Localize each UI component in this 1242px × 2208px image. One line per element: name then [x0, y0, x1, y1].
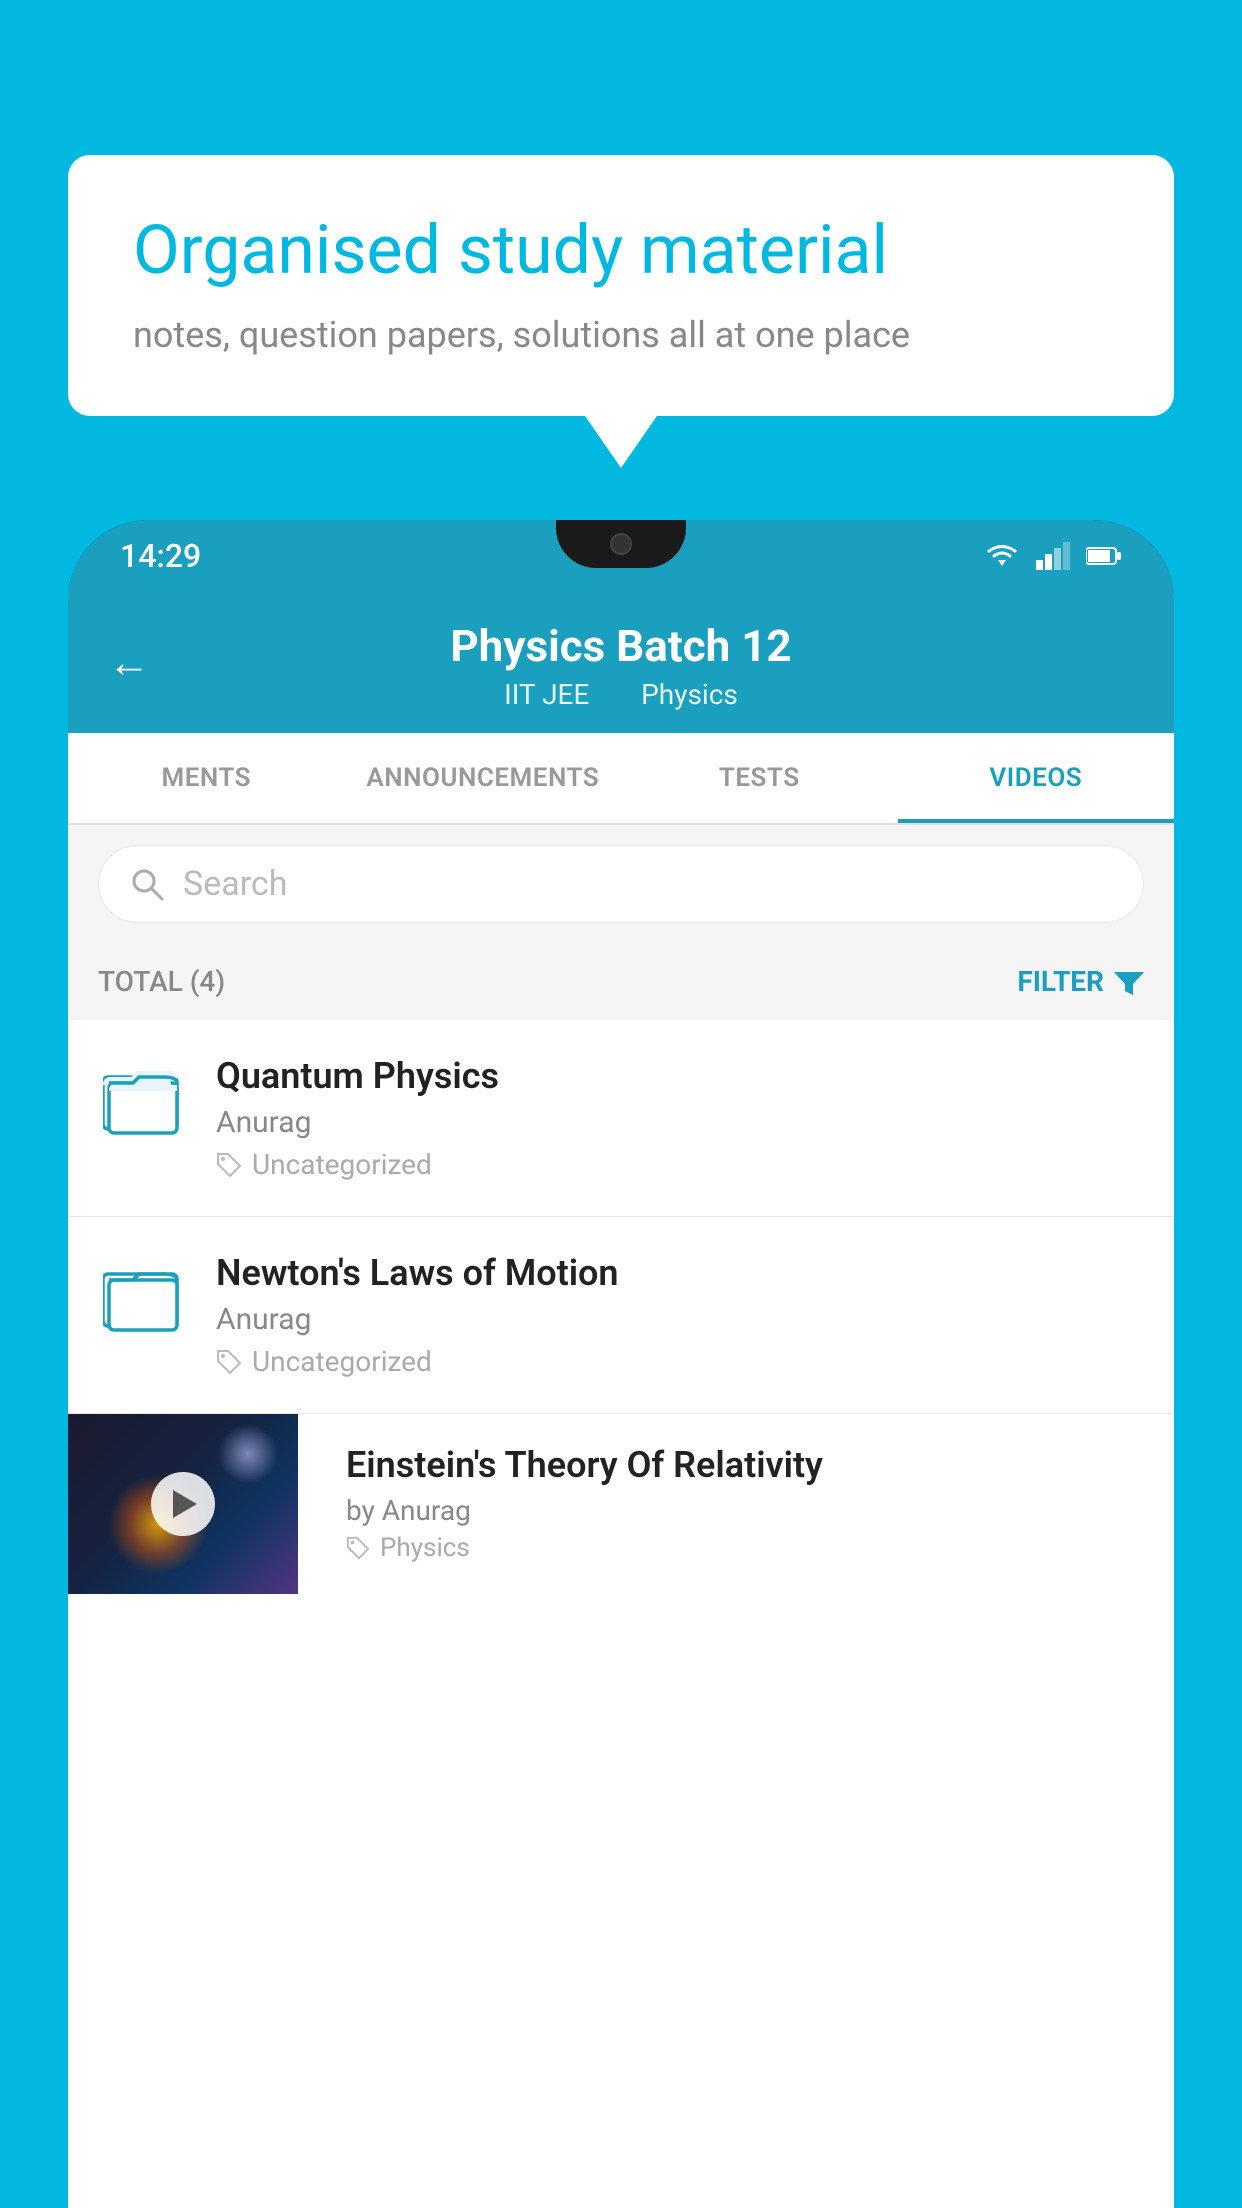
item-tag: Uncategorized	[216, 1148, 1144, 1181]
folder-icon	[103, 1260, 183, 1335]
phone-device: 14:29	[68, 520, 1174, 2208]
list-item-video[interactable]: Einstein's Theory Of Relativity by Anura…	[68, 1414, 1174, 1594]
item-by-author: by Anurag	[346, 1494, 1154, 1527]
wifi-icon	[984, 542, 1020, 570]
status-time: 14:29	[120, 537, 201, 575]
tag-icon	[216, 1349, 242, 1375]
item-author: Anurag	[216, 1105, 1144, 1140]
speech-bubble: Organised study material notes, question…	[68, 155, 1174, 416]
content-list: Quantum Physics Anurag Uncategorized	[68, 1020, 1174, 1594]
camera-dot	[610, 533, 632, 555]
search-icon	[129, 866, 165, 902]
item-details-quantum: Quantum Physics Anurag Uncategorized	[216, 1055, 1144, 1181]
back-button[interactable]: ←	[108, 638, 150, 687]
speech-bubble-subtext: notes, question papers, solutions all at…	[133, 314, 1109, 356]
item-icon-newton	[98, 1252, 188, 1342]
filter-bar: TOTAL (4) FILTER	[68, 943, 1174, 1020]
item-author: Anurag	[216, 1302, 1144, 1337]
phone-wrapper: 14:29	[68, 520, 1174, 2208]
status-bar: 14:29	[68, 520, 1174, 592]
phone-screen: ← Physics Batch 12 IIT JEE Physics MENTS…	[68, 592, 1174, 2208]
total-count: TOTAL (4)	[98, 965, 225, 998]
item-tag-text: Uncategorized	[252, 1148, 432, 1181]
tabs-bar: MENTS ANNOUNCEMENTS TESTS VIDEOS	[68, 733, 1174, 825]
item-title: Einstein's Theory Of Relativity	[346, 1444, 1154, 1486]
item-category-text: Physics	[380, 1533, 470, 1563]
item-title: Quantum Physics	[216, 1055, 1144, 1097]
item-category: Physics	[346, 1533, 1154, 1563]
header-title: Physics Batch 12	[450, 620, 791, 672]
status-icons	[984, 542, 1122, 570]
folder-icon	[103, 1063, 183, 1138]
list-item[interactable]: Quantum Physics Anurag Uncategorized	[68, 1020, 1174, 1217]
header-subtitle-part1: IIT JEE	[504, 678, 589, 711]
tag-icon	[346, 1536, 370, 1560]
thumbnail-glow2	[218, 1424, 278, 1484]
search-bar[interactable]: Search	[98, 845, 1144, 923]
tab-ments[interactable]: MENTS	[68, 733, 345, 823]
tag-icon	[216, 1152, 242, 1178]
speech-bubble-heading: Organised study material	[133, 210, 1109, 292]
phone-notch	[556, 520, 686, 568]
speech-bubble-container: Organised study material notes, question…	[68, 155, 1174, 416]
signal-icon	[1036, 542, 1070, 570]
tab-announcements[interactable]: ANNOUNCEMENTS	[345, 733, 622, 823]
item-tag: Uncategorized	[216, 1345, 1144, 1378]
play-triangle-icon	[173, 1490, 197, 1518]
tab-videos[interactable]: VIDEOS	[898, 733, 1175, 823]
item-details-newton: Newton's Laws of Motion Anurag Uncategor…	[216, 1252, 1144, 1378]
filter-button[interactable]: FILTER	[1017, 965, 1144, 998]
item-tag-text: Uncategorized	[252, 1345, 432, 1378]
filter-label: FILTER	[1017, 965, 1104, 998]
filter-icon	[1114, 967, 1144, 997]
item-details-einstein: Einstein's Theory Of Relativity by Anura…	[326, 1414, 1174, 1583]
list-item[interactable]: Newton's Laws of Motion Anurag Uncategor…	[68, 1217, 1174, 1414]
app-header: ← Physics Batch 12 IIT JEE Physics	[68, 592, 1174, 733]
search-placeholder: Search	[183, 864, 287, 904]
header-subtitle-part2: Physics	[641, 678, 738, 711]
play-button[interactable]	[151, 1472, 215, 1536]
battery-icon	[1086, 545, 1122, 567]
item-title: Newton's Laws of Motion	[216, 1252, 1144, 1294]
video-thumbnail	[68, 1414, 298, 1594]
search-container: Search	[68, 825, 1174, 943]
item-icon-quantum	[98, 1055, 188, 1145]
tab-tests[interactable]: TESTS	[621, 733, 898, 823]
header-subtitle: IIT JEE Physics	[492, 678, 750, 711]
